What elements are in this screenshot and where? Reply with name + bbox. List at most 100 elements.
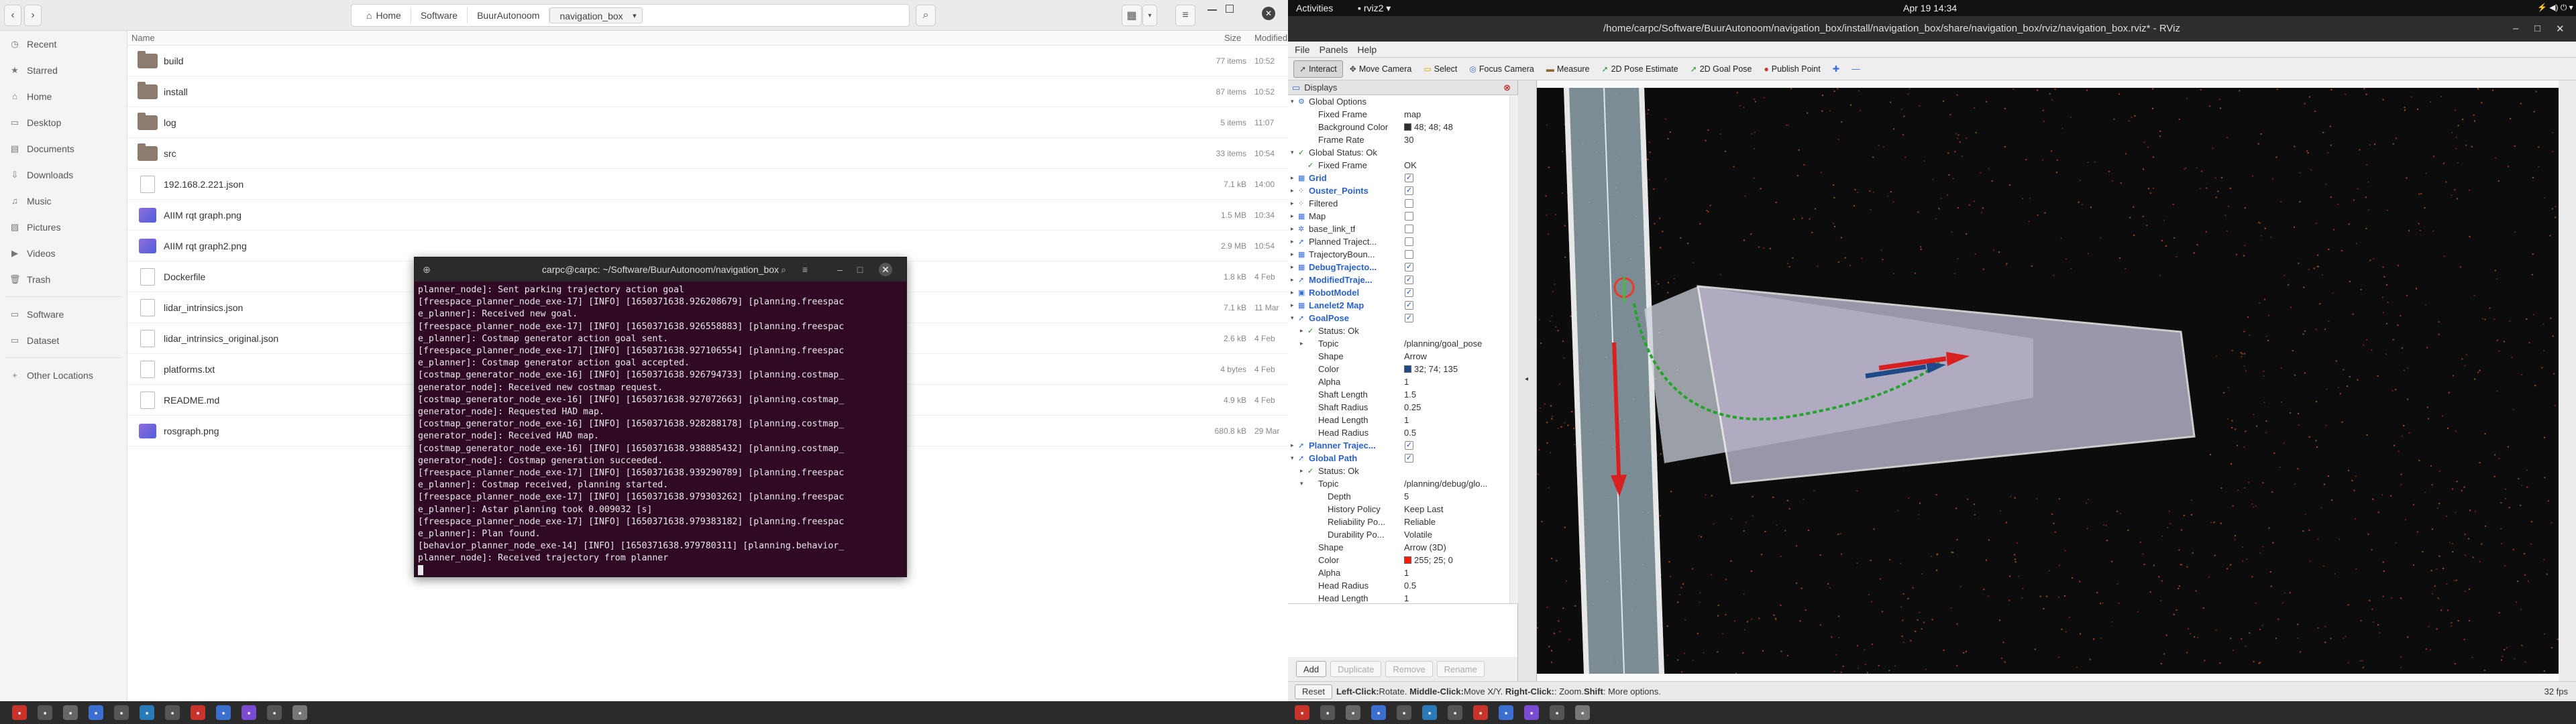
display-value[interactable]: 255; 25; 0 [1404,555,1453,565]
sidebar-item-dataset[interactable]: ▭ Dataset [0,327,127,353]
display-tree-item[interactable]: History Policy Keep Last [1288,503,1517,516]
breadcrumb-buurautonoom[interactable]: BuurAutonoom [468,7,550,23]
column-size[interactable]: Size [1187,33,1254,43]
color-swatch[interactable] [1404,556,1411,564]
remove-tool-icon[interactable]: — [1846,60,1866,78]
close-panel-icon[interactable]: ⊗ [1503,82,1511,93]
display-value[interactable]: Keep Last [1404,504,1444,514]
taskbar-app-icon[interactable]: ▪ [1448,705,1462,720]
enable-checkbox[interactable] [1405,250,1413,259]
terminal-cursor[interactable] [418,564,423,575]
enable-checkbox[interactable]: ✓ [1405,441,1413,450]
tool-2d-goal-pose[interactable]: ➚ 2D Goal Pose [1685,60,1758,78]
tool-2d-pose-estimate[interactable]: ➚ 2D Pose Estimate [1597,60,1684,78]
sidebar-item-music[interactable]: ♫ Music [0,188,127,214]
display-tree-item[interactable]: ▸ ▦ TrajectoryBoun... [1288,248,1517,261]
view-grid-button[interactable]: ▦ [1122,5,1142,26]
enable-checkbox[interactable]: ✓ [1405,288,1413,297]
enable-checkbox[interactable]: ✓ [1405,174,1413,182]
tool-measure[interactable]: ▬ Measure [1541,60,1595,78]
taskbar-app-icon[interactable]: ▪ [38,705,52,720]
display-value[interactable]: 0.5 [1404,581,1416,591]
enable-checkbox[interactable]: ✓ [1405,186,1413,195]
tool-select[interactable]: ▭ Select [1418,60,1462,78]
display-value[interactable]: OK [1404,160,1417,170]
display-value[interactable]: 30 [1404,135,1413,145]
tool-interact[interactable]: ➚ Interact [1293,60,1343,78]
collapse-left-icon[interactable]: ◂ [1525,375,1528,383]
breadcrumb-home[interactable]: ⌂ Home [357,7,411,23]
color-swatch[interactable] [1404,123,1411,131]
expand-arrow-icon[interactable]: ▸ [1291,174,1298,182]
display-tree-item[interactable]: Head Radius 0.5 [1288,579,1517,592]
display-tree-item[interactable]: Color 32; 74; 135 [1288,363,1517,375]
menu-file[interactable]: File [1295,44,1310,55]
expand-arrow-icon[interactable]: ▸ [1291,251,1298,258]
display-value[interactable]: 0.5 [1404,428,1416,438]
display-value[interactable]: Volatile [1404,530,1432,540]
column-modified[interactable]: Modified [1254,33,1288,43]
display-tree-item[interactable]: ▸ ▦ Map [1288,210,1517,223]
taskbar-app-icon[interactable]: ▪ [241,705,256,720]
add-tool-icon[interactable]: ✚ [1827,60,1845,78]
display-tree-item[interactable]: ▸ ▣ RobotModel ✓ [1288,286,1517,299]
close-icon[interactable]: ✕ [1262,7,1275,20]
expand-arrow-icon[interactable]: ▸ [1291,238,1298,245]
taskbar-app-icon[interactable]: ▪ [1550,705,1564,720]
sidebar-item-trash[interactable]: 🗑 Trash [0,266,127,292]
sidebar-item-software[interactable]: ▭ Software [0,301,127,327]
taskbar-terminal-icon[interactable]: ▪ [292,705,307,720]
hamburger-icon[interactable]: ≡ [797,261,813,278]
display-tree-item[interactable]: ▸ ▦ Grid ✓ [1288,172,1517,184]
taskbar-app-icon[interactable]: ▪ [114,705,129,720]
tool-move-camera[interactable]: ✥ Move Camera [1344,60,1417,78]
display-tree-item[interactable]: Fixed Frame map [1288,108,1517,121]
new-tab-icon[interactable]: ⊕ [419,261,435,278]
display-tree-item[interactable]: ▸ ⁘ Filtered [1288,197,1517,210]
maximize-icon[interactable]: □ [852,261,868,278]
display-tree-item[interactable]: Shape Arrow [1288,350,1517,363]
expand-arrow-icon[interactable]: ▾ [1300,480,1307,487]
app-menu[interactable]: ▪ rviz2 ▾ [1358,3,1391,14]
tool-publish-point[interactable]: ● Publish Point [1759,60,1826,78]
taskbar-app-icon[interactable]: ▪ [1397,705,1411,720]
duplicate-button[interactable]: Duplicate [1330,661,1382,677]
enable-checkbox[interactable]: ✓ [1405,263,1413,272]
taskbar-app-icon[interactable]: ▪ [1346,705,1360,720]
display-tree-item[interactable]: Depth 5 [1288,490,1517,503]
sidebar-item-videos[interactable]: ▶ Videos [0,240,127,266]
display-value[interactable]: Reliable [1404,517,1436,527]
display-value[interactable]: /planning/goal_pose [1404,339,1482,349]
maximize-icon[interactable]: □ [2534,23,2540,34]
taskbar-app-icon[interactable]: ▪ [63,705,78,720]
3d-viewport[interactable] [1537,88,2559,674]
sidebar-item-downloads[interactable]: ⇩ Downloads [0,162,127,188]
display-value[interactable]: 1 [1404,415,1409,425]
display-tree-item[interactable]: ▸ ⁘ Ouster_Points ✓ [1288,184,1517,197]
taskbar-app-icon[interactable]: ▪ [191,705,205,720]
file-row[interactable]: install 87 items 10:52 [127,76,1288,107]
clock[interactable]: Apr 19 14:34 [1903,3,1957,13]
display-tree-item[interactable]: Reliability Po... Reliable [1288,516,1517,528]
display-tree-item[interactable]: Alpha 1 [1288,375,1517,388]
forward-button[interactable]: › [24,5,42,26]
display-value[interactable]: 1 [1404,377,1409,387]
taskbar-app-icon[interactable]: ▪ [1524,705,1539,720]
sidebar-item-starred[interactable]: ★ Starred [0,57,127,83]
minimize-icon[interactable]: – [832,261,848,278]
breadcrumb-navigation-box[interactable]: navigation_box [549,7,643,24]
expand-arrow-icon[interactable]: ▾ [1291,455,1298,462]
taskbar-app-icon[interactable]: ▪ [89,705,103,720]
taskbar-app-icon[interactable]: ▪ [1499,705,1513,720]
display-tree-item[interactable]: Color 255; 25; 0 [1288,554,1517,566]
expand-arrow-icon[interactable]: ▾ [1291,149,1298,156]
close-icon[interactable]: ✕ [2556,23,2565,35]
display-tree-item[interactable]: ✓ Fixed Frame OK [1288,159,1517,172]
search-button[interactable]: ⌕ [916,5,936,26]
expand-arrow-icon[interactable]: ▾ [1291,98,1298,105]
display-tree-item[interactable]: Alpha 1 [1288,566,1517,579]
display-tree-item[interactable]: ▸ ➚ Planner Trajec... ✓ [1288,439,1517,452]
display-tree-item[interactable]: Head Length 1 [1288,414,1517,426]
display-tree-item[interactable]: ▸ ✓ Status: Ok [1288,324,1517,337]
menu-button[interactable]: ≡ [1175,5,1195,26]
